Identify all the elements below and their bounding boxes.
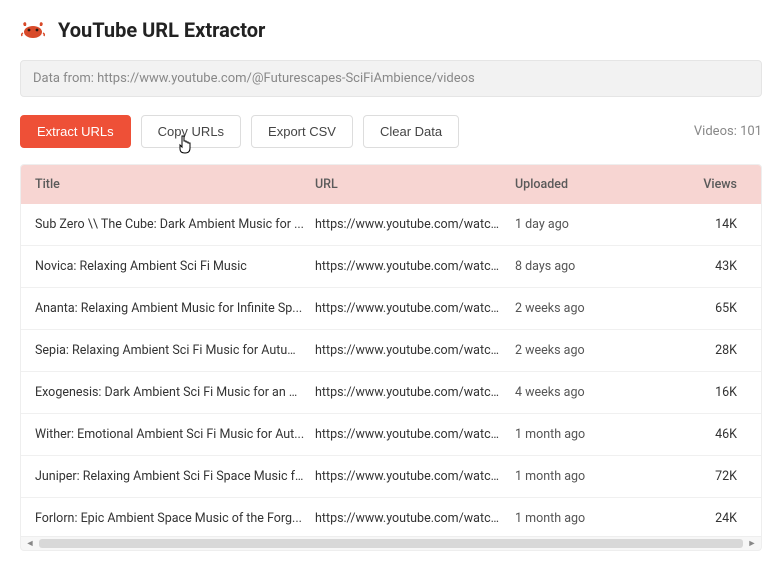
copy-urls-button[interactable]: Copy URLs (141, 115, 241, 148)
column-header-views[interactable]: Views (625, 177, 747, 192)
table-row[interactable]: Novica: Relaxing Ambient Sci Fi Musichtt… (21, 246, 761, 288)
cell-uploaded: 4 weeks ago (515, 385, 625, 400)
cell-title: Sub Zero \\ The Cube: Dark Ambient Music… (35, 217, 315, 232)
cell-url: https://www.youtube.com/watch?v=_O... (315, 259, 515, 274)
cell-url: https://www.youtube.com/watch?v=VTr... (315, 301, 515, 316)
cell-views: 72K (625, 469, 747, 484)
toolbar: Extract URLs Copy URLs Export CSV Clear … (20, 115, 762, 148)
table-body[interactable]: Sub Zero \\ The Cube: Dark Ambient Music… (21, 204, 761, 536)
column-header-url[interactable]: URL (315, 177, 515, 192)
cell-uploaded: 8 days ago (515, 259, 625, 274)
cell-url: https://www.youtube.com/watch?v=2k... (315, 511, 515, 526)
horizontal-scrollbar[interactable]: ◄ ► (20, 537, 762, 551)
table-row[interactable]: Sepia: Relaxing Ambient Sci Fi Music for… (21, 330, 761, 372)
scroll-right-arrow-icon[interactable]: ► (745, 537, 759, 550)
cell-views: 46K (625, 427, 747, 442)
column-header-uploaded[interactable]: Uploaded (515, 177, 625, 192)
cell-url: https://www.youtube.com/watch?v=ZT... (315, 469, 515, 484)
table-row[interactable]: Wither: Emotional Ambient Sci Fi Music f… (21, 414, 761, 456)
cell-views: 14K (625, 217, 747, 232)
cell-title: Juniper: Relaxing Ambient Sci Fi Space M… (35, 469, 315, 484)
cell-uploaded: 1 month ago (515, 427, 625, 442)
cell-uploaded: 1 day ago (515, 217, 625, 232)
cell-views: 16K (625, 385, 747, 400)
column-header-title[interactable]: Title (35, 177, 315, 192)
cell-title: Wither: Emotional Ambient Sci Fi Music f… (35, 427, 315, 442)
cell-views: 28K (625, 343, 747, 358)
crab-icon (20, 20, 46, 40)
cell-title: Sepia: Relaxing Ambient Sci Fi Music for… (35, 343, 315, 358)
cell-url: https://www.youtube.com/watch?v=G_-... (315, 217, 515, 232)
cell-uploaded: 1 month ago (515, 469, 625, 484)
scrollbar-thumb[interactable] (39, 539, 743, 548)
app-header: YouTube URL Extractor (20, 18, 762, 42)
video-count: Videos: 101 (694, 124, 762, 139)
cell-title: Ananta: Relaxing Ambient Music for Infin… (35, 301, 315, 316)
cell-url: https://www.youtube.com/watch?v=kil... (315, 343, 515, 358)
cell-views: 65K (625, 301, 747, 316)
cell-title: Forlorn: Epic Ambient Space Music of the… (35, 511, 315, 526)
export-csv-button[interactable]: Export CSV (251, 115, 353, 148)
cell-uploaded: 1 month ago (515, 511, 625, 526)
table-row[interactable]: Forlorn: Epic Ambient Space Music of the… (21, 498, 761, 536)
cell-title: Novica: Relaxing Ambient Sci Fi Music (35, 259, 315, 274)
table-row[interactable]: Exogenesis: Dark Ambient Sci Fi Music fo… (21, 372, 761, 414)
table-header-row: Title URL Uploaded Views (21, 165, 761, 204)
table-row[interactable]: Juniper: Relaxing Ambient Sci Fi Space M… (21, 456, 761, 498)
table-row[interactable]: Sub Zero \\ The Cube: Dark Ambient Music… (21, 204, 761, 246)
table-row[interactable]: Ananta: Relaxing Ambient Music for Infin… (21, 288, 761, 330)
cell-url: https://www.youtube.com/watch?v=7sj... (315, 385, 515, 400)
cell-views: 43K (625, 259, 747, 274)
clear-data-button[interactable]: Clear Data (363, 115, 459, 148)
cell-url: https://www.youtube.com/watch?v=Gm... (315, 427, 515, 442)
extract-urls-button[interactable]: Extract URLs (20, 115, 131, 148)
cell-title: Exogenesis: Dark Ambient Sci Fi Music fo… (35, 385, 315, 400)
cell-uploaded: 2 weeks ago (515, 301, 625, 316)
source-url-display: Data from: https://www.youtube.com/@Futu… (20, 60, 762, 97)
scroll-left-arrow-icon[interactable]: ◄ (23, 537, 37, 550)
results-table: Title URL Uploaded Views Sub Zero \\ The… (20, 164, 762, 537)
cell-views: 24K (625, 511, 747, 526)
page-title: YouTube URL Extractor (58, 18, 265, 42)
cell-uploaded: 2 weeks ago (515, 343, 625, 358)
